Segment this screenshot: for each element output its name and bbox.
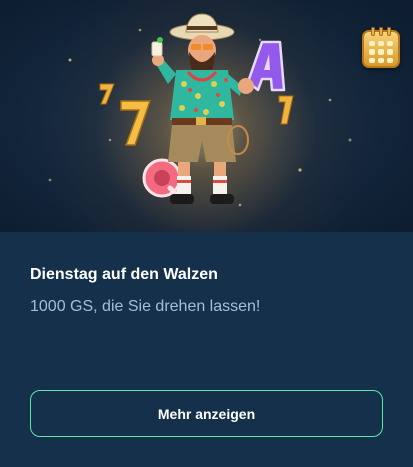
promo-description: 1000 GS, die Sie drehen lassen!	[30, 298, 261, 315]
calendar-icon	[362, 27, 400, 68]
seven-symbol-center	[120, 100, 152, 146]
show-more-button[interactable]: Mehr anzeigen	[30, 390, 383, 437]
promo-title: Dienstag auf den Walzen	[30, 266, 218, 283]
letter-q-symbol	[142, 158, 183, 201]
calendar-ring-right	[387, 27, 391, 36]
calendar-grid	[369, 41, 393, 63]
calendar-ring-center	[379, 27, 383, 36]
calendar-ring-left	[371, 27, 375, 36]
seven-symbol-left	[99, 83, 115, 105]
promo-card[interactable]: Dienstag auf den Walzen 1000 GS, die Sie…	[0, 0, 413, 467]
promo-hero-image	[0, 0, 413, 232]
hero-illustration	[48, 13, 352, 207]
promo-content: Dienstag auf den Walzen 1000 GS, die Sie…	[0, 232, 413, 467]
seven-symbol-right	[278, 95, 294, 125]
letter-a-symbol	[246, 40, 286, 92]
